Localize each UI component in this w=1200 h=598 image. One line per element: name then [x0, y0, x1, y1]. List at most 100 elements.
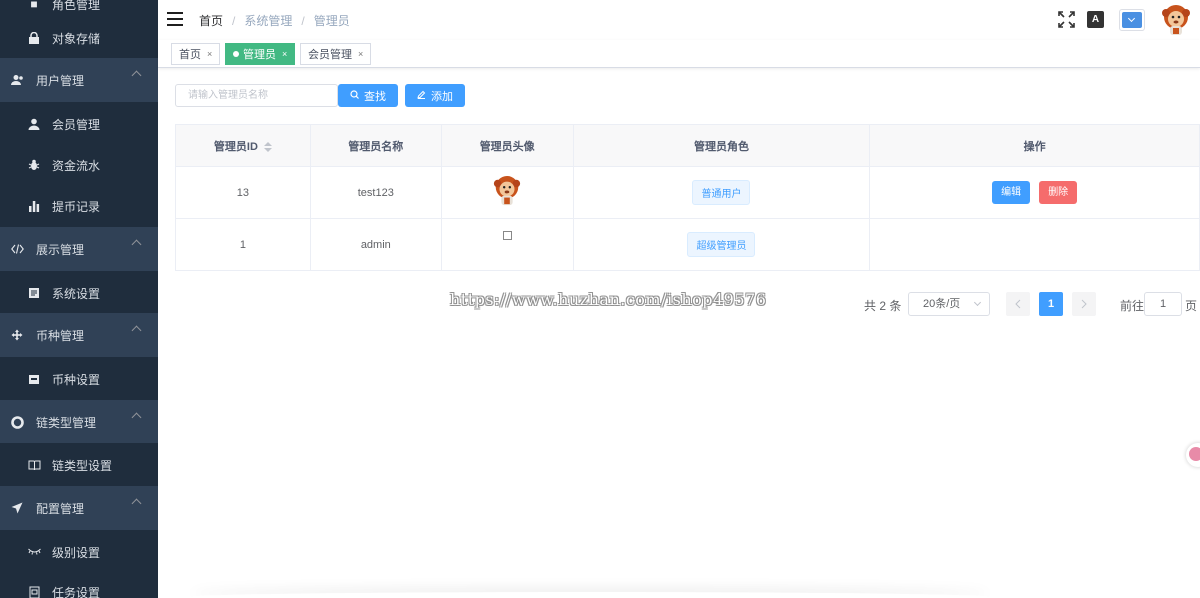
tags-view: 首页 × 管理员 × 会员管理 × — [158, 40, 1200, 68]
tag-admin[interactable]: 管理员 × — [225, 43, 296, 65]
sidebar-item-level-settings[interactable]: 级别设置 — [0, 530, 158, 574]
page-size-select[interactable]: 20条/页 — [908, 292, 990, 316]
role-tag: 普通用户 — [692, 180, 751, 205]
fullscreen-icon[interactable] — [1058, 11, 1075, 28]
navbar: 首页 / 系统管理 / 管理员 A — [158, 0, 1200, 40]
tag-home[interactable]: 首页 × — [171, 43, 221, 65]
language-select[interactable] — [1119, 9, 1145, 31]
role-tag: 超级管理员 — [687, 232, 756, 257]
column-header-actions: 操作 — [869, 124, 1200, 167]
column-header-role: 管理员角色 — [572, 124, 871, 167]
sidebar-item-chain-type-settings[interactable]: 链类型设置 — [0, 443, 158, 487]
active-dot-icon — [233, 51, 239, 57]
table-header-row: 管理员ID 管理员名称 管理员头像 管理员角色 操作 — [175, 124, 1200, 167]
clipboard-icon — [27, 585, 41, 598]
cell-avatar — [440, 218, 574, 271]
chevron-up-icon — [131, 239, 142, 250]
sidebar-item-object-storage[interactable]: 对象存储 — [0, 16, 158, 60]
sidebar-item-coin-settings[interactable]: 币种设置 — [0, 357, 158, 401]
role-icon: ■ — [30, 0, 38, 11]
chevron-left-icon — [1015, 299, 1021, 309]
translate-icon[interactable]: A — [1087, 11, 1104, 28]
search-button[interactable]: 查找 — [338, 84, 398, 107]
cell-name: test123 — [309, 166, 442, 219]
send-icon — [10, 501, 24, 515]
column-header-id[interactable]: 管理员ID — [175, 124, 311, 167]
breadcrumb-separator: / — [232, 13, 236, 28]
bug-icon — [27, 158, 41, 172]
sidebar-group-config-management[interactable]: 配置管理 — [0, 486, 158, 530]
bar-chart-icon — [27, 199, 41, 213]
admin-table: 管理员ID 管理员名称 管理员头像 管理员角色 操作 13 test123 普通… — [175, 124, 1200, 271]
sort-icon[interactable] — [263, 141, 272, 152]
chevron-up-icon — [131, 70, 142, 81]
sidebar-item-withdraw-records[interactable]: 提币记录 — [0, 184, 158, 228]
move-icon — [10, 328, 24, 342]
chevron-up-icon — [131, 325, 142, 336]
sidebar: ■ 角色管理 对象存储 用户管理 会员管理 资金流水 提币记录 展示管理 系统设… — [0, 0, 158, 598]
goto-label: 前往 — [1120, 299, 1145, 313]
lifebuoy-icon — [10, 415, 24, 429]
sidebar-group-chain-type-management[interactable]: 链类型管理 — [0, 400, 158, 444]
sidebar-item-system-settings[interactable]: 系统设置 — [0, 271, 158, 315]
breadcrumb: 首页 / 系统管理 / 管理员 — [199, 12, 350, 29]
watermark: https://www.huzhan.com/ishop49576 — [450, 290, 767, 309]
breadcrumb-admin: 管理员 — [313, 14, 350, 28]
close-icon[interactable]: × — [358, 49, 363, 59]
column-header-avatar: 管理员头像 — [440, 124, 574, 167]
cell-role: 超级管理员 — [572, 218, 871, 271]
cell-id: 1 — [175, 218, 311, 271]
add-button[interactable]: 添加 — [405, 84, 465, 107]
next-page-button[interactable] — [1072, 292, 1096, 316]
chevron-up-icon — [131, 412, 142, 423]
chevron-down-icon — [1122, 12, 1142, 28]
book-icon — [27, 458, 41, 472]
wallet-icon — [27, 372, 41, 386]
pagination-total: 共 2 条 — [864, 299, 902, 313]
close-icon[interactable]: × — [207, 49, 212, 59]
chevron-up-icon — [131, 498, 142, 509]
broken-image-icon — [502, 230, 512, 240]
chevron-down-icon — [973, 298, 982, 307]
sidebar-item-fund-flow[interactable]: 资金流水 — [0, 143, 158, 187]
floating-assistant-icon[interactable] — [1186, 443, 1200, 467]
close-icon[interactable]: × — [282, 49, 287, 59]
chevron-right-icon — [1081, 299, 1087, 309]
breadcrumb-separator: / — [301, 13, 305, 28]
cell-role: 普通用户 — [572, 166, 871, 219]
delete-button[interactable]: 删除 — [1039, 181, 1078, 204]
hamburger-icon[interactable] — [167, 12, 183, 26]
sidebar-group-display-management[interactable]: 展示管理 — [0, 227, 158, 271]
table-row: 1 admin 超级管理员 — [175, 218, 1200, 271]
admin-name-search-input[interactable] — [175, 84, 338, 107]
table-row: 13 test123 普通用户 编辑 删除 — [175, 166, 1200, 219]
search-icon — [350, 89, 359, 102]
sidebar-item-task-settings[interactable]: 任务设置 — [0, 570, 158, 598]
cell-id: 13 — [175, 166, 311, 219]
lock-icon — [27, 31, 41, 45]
sidebar-item-member-management[interactable]: 会员管理 — [0, 102, 158, 146]
user-icon — [27, 117, 41, 131]
cell-avatar — [440, 166, 574, 219]
admin-avatar — [494, 176, 521, 206]
edit-icon — [417, 90, 426, 102]
page-number-current[interactable]: 1 — [1039, 292, 1063, 316]
eye-closed-icon — [27, 545, 41, 559]
sidebar-group-user-management[interactable]: 用户管理 — [0, 58, 158, 102]
page-suffix-label: 页 — [1185, 299, 1198, 313]
tag-member-management[interactable]: 会员管理 × — [300, 43, 372, 65]
prev-page-button[interactable] — [1006, 292, 1030, 316]
breadcrumb-home[interactable]: 首页 — [199, 12, 223, 29]
cell-actions: 编辑 删除 — [869, 166, 1200, 219]
goto-page-input[interactable] — [1144, 292, 1182, 316]
cell-name: admin — [309, 218, 442, 271]
bottom-shadow — [190, 592, 990, 598]
document-icon — [27, 286, 41, 300]
breadcrumb-system-management: 系统管理 — [244, 14, 293, 28]
edit-button[interactable]: 编辑 — [992, 181, 1031, 204]
avatar[interactable] — [1160, 4, 1192, 36]
column-header-name: 管理员名称 — [309, 124, 442, 167]
code-icon — [10, 242, 24, 256]
cell-actions — [869, 218, 1200, 271]
sidebar-group-coin-management[interactable]: 币种管理 — [0, 313, 158, 357]
